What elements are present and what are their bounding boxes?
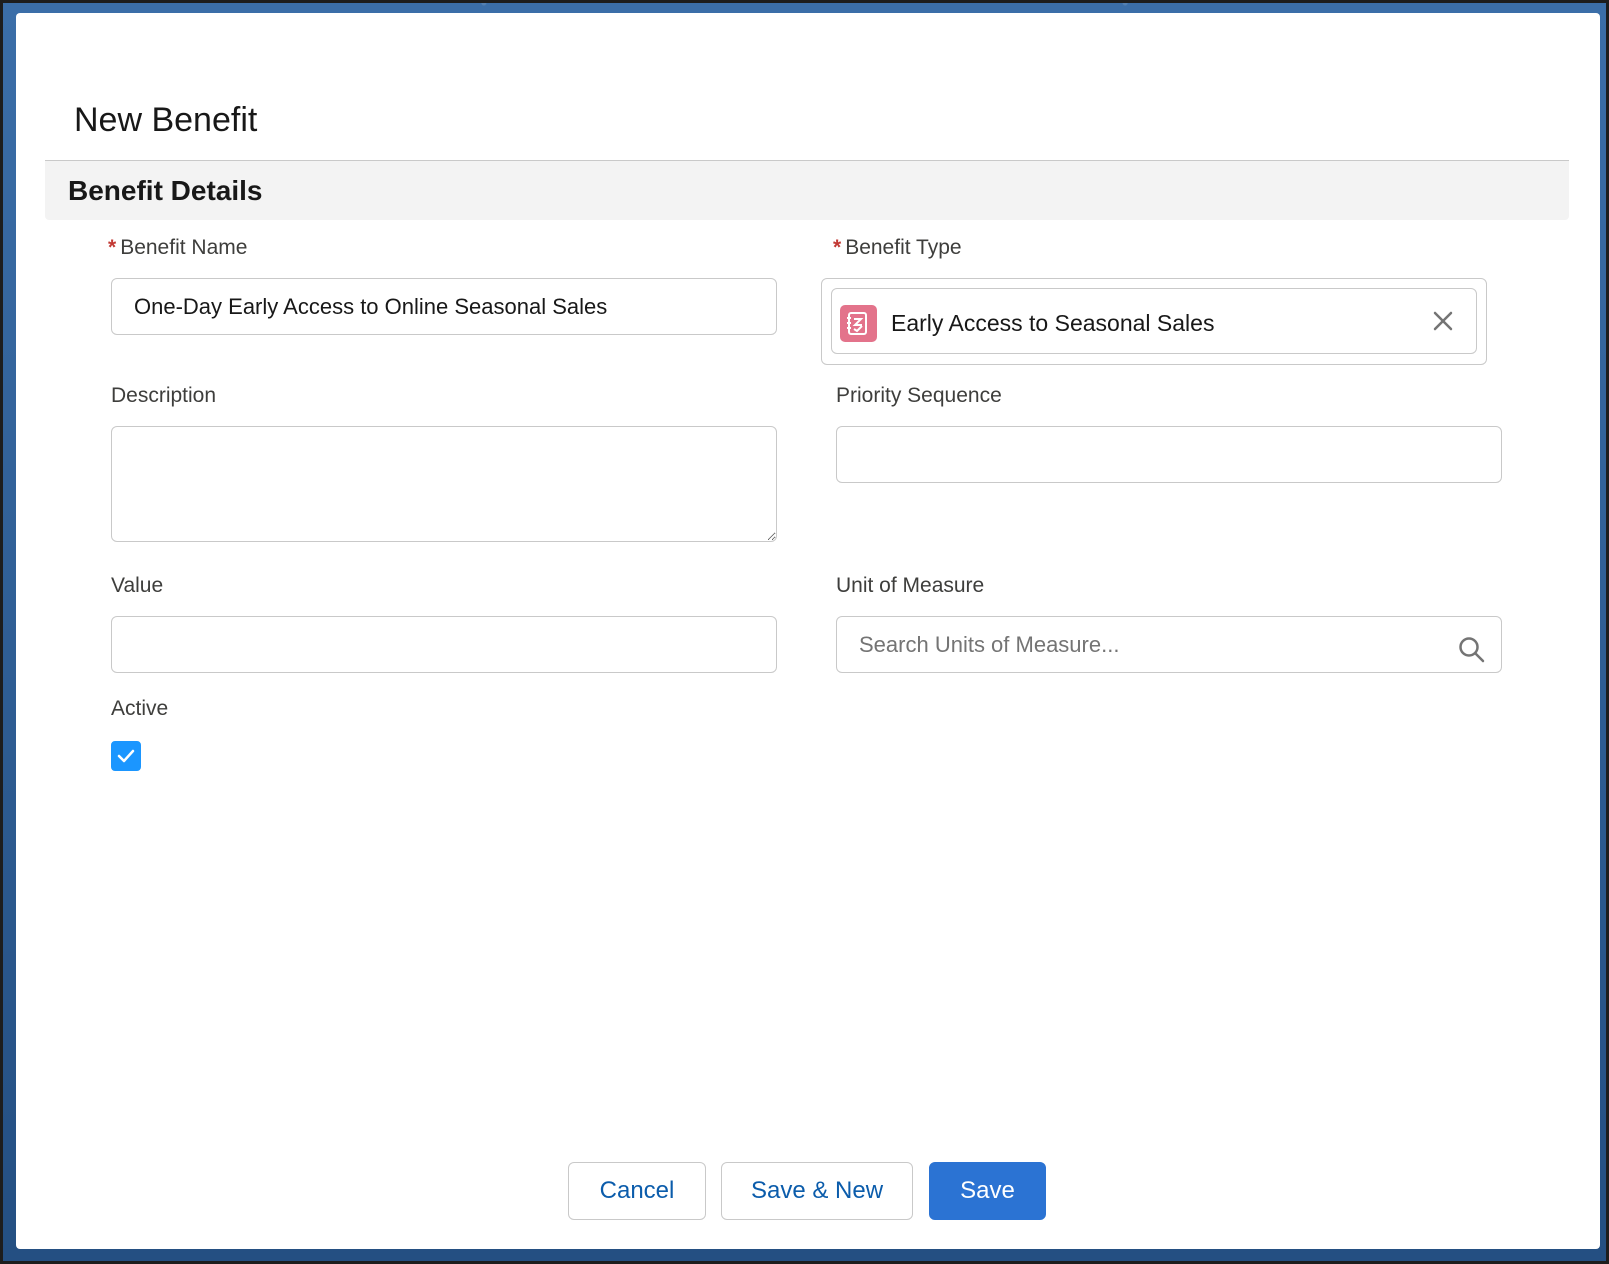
save-button[interactable]: Save: [929, 1162, 1046, 1220]
required-indicator: *: [833, 236, 842, 259]
description-label: Description: [111, 384, 217, 407]
section-header: Benefit Details: [45, 161, 1569, 220]
benefit-name-label-text: Benefit Name: [120, 236, 248, 259]
active-checkbox[interactable]: [111, 741, 141, 771]
priority-sequence-label: Priority Sequence: [836, 384, 1002, 407]
section-title: Benefit Details: [68, 175, 263, 206]
benefit-type-icon: [840, 305, 877, 342]
benefit-name-label: * Benefit Name: [108, 236, 247, 260]
search-icon[interactable]: [1457, 635, 1487, 665]
benefit-name-input[interactable]: [111, 278, 777, 335]
unit-of-measure-search-input[interactable]: [836, 616, 1502, 673]
benefit-type-label: * Benefit Type: [833, 236, 962, 260]
active-label: Active: [111, 697, 169, 720]
benefit-type-lookup[interactable]: Early Access to Seasonal Sales: [821, 278, 1487, 365]
new-benefit-modal: New Benefit Benefit Details * Benefit Nam…: [16, 13, 1600, 1249]
benefit-type-value: Early Access to Seasonal Sales: [891, 310, 1215, 336]
save-and-new-button[interactable]: Save & New: [721, 1162, 913, 1220]
priority-sequence-input[interactable]: [836, 426, 1502, 483]
description-textarea[interactable]: [111, 426, 777, 542]
close-icon[interactable]: [1428, 306, 1458, 336]
unit-of-measure-label: Unit of Measure: [836, 574, 985, 597]
value-input[interactable]: [111, 616, 777, 673]
required-indicator: *: [108, 236, 117, 259]
benefit-type-label-text: Benefit Type: [845, 236, 962, 259]
value-label: Value: [111, 574, 164, 597]
benefit-type-pill[interactable]: Early Access to Seasonal Sales: [831, 288, 1477, 354]
modal-title: New Benefit: [74, 101, 258, 139]
cancel-button[interactable]: Cancel: [568, 1162, 706, 1220]
